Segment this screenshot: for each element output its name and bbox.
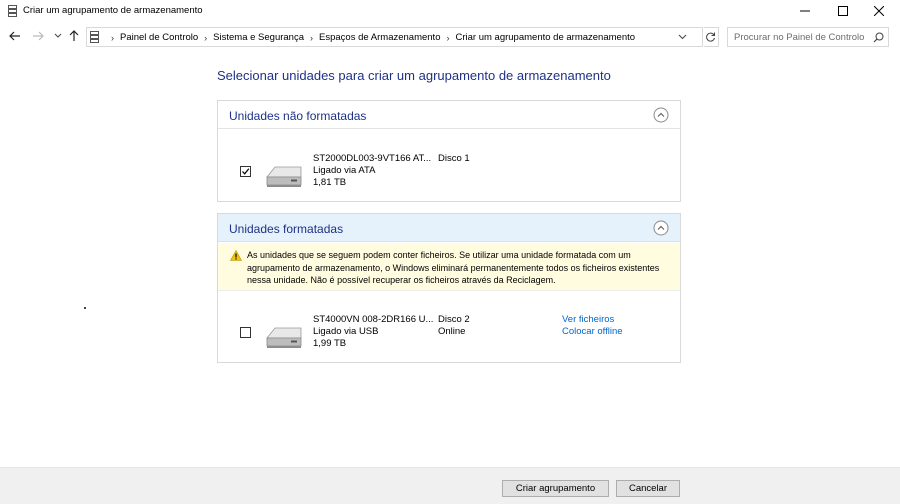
drive-checkbox[interactable] <box>240 166 251 177</box>
close-icon <box>874 6 884 16</box>
arrow-up-icon <box>69 30 79 41</box>
back-button[interactable] <box>8 29 22 43</box>
drive-connection: Ligado via USB <box>313 326 379 337</box>
drive-status: Online <box>438 326 466 337</box>
breadcrumb-item[interactable]: Espaços de Armazenamento <box>319 32 440 43</box>
title-bar: Criar um agrupamento de armazenamento <box>0 0 900 22</box>
view-files-link[interactable]: Ver ficheiros <box>562 314 614 325</box>
drive-name: ST2000DL003-9VT166 AT... <box>313 153 432 164</box>
drive-size: 1,81 TB <box>313 177 347 188</box>
create-pool-button[interactable]: Criar agrupamento <box>502 480 609 497</box>
hard-drive-icon <box>266 166 302 187</box>
breadcrumb-item[interactable]: Criar um agrupamento de armazenamento <box>455 32 635 43</box>
window-title: Criar um agrupamento de armazenamento <box>23 5 203 16</box>
breadcrumb-separator-icon[interactable]: › <box>310 33 313 43</box>
drive-size: 1,99 TB <box>313 338 347 349</box>
minimize-icon <box>800 10 810 12</box>
search-box[interactable] <box>727 27 889 47</box>
breadcrumb: › Painel de Controlo › Sistema e Seguran… <box>105 32 635 43</box>
arrow-right-icon <box>33 31 44 41</box>
collapse-icon[interactable] <box>653 220 669 236</box>
drive-checkbox[interactable] <box>240 327 251 338</box>
breadcrumb-item[interactable]: Sistema e Segurança <box>213 32 304 43</box>
formatted-drives-group: Unidades formatadas As unidades que se s… <box>217 213 681 363</box>
warning-icon <box>230 250 242 261</box>
cancel-button[interactable]: Cancelar <box>616 480 680 497</box>
chevron-down-icon <box>678 34 686 40</box>
drive-disk-number: Disco 2 <box>438 314 470 325</box>
page-title: Selecionar unidades para criar um agrupa… <box>217 68 611 83</box>
recent-locations-button[interactable] <box>51 29 65 43</box>
drive-connection: Ligado via ATA <box>313 165 376 176</box>
refresh-button[interactable] <box>704 27 719 47</box>
group-header[interactable]: Unidades formatadas <box>218 214 680 242</box>
checkmark-icon <box>242 168 250 175</box>
collapse-icon[interactable] <box>653 107 669 123</box>
chevron-down-icon <box>54 33 62 38</box>
minimize-button[interactable] <box>788 0 822 22</box>
hard-drive-icon <box>266 327 302 348</box>
navigation-bar: › Painel de Controlo › Sistema e Seguran… <box>0 26 900 48</box>
address-bar[interactable]: › Painel de Controlo › Sistema e Seguran… <box>86 27 703 47</box>
warning-text: As unidades que se seguem podem conter f… <box>247 250 660 285</box>
up-button[interactable] <box>67 29 81 43</box>
drive-disk-number: Disco 1 <box>438 153 470 164</box>
arrow-left-icon <box>9 31 20 41</box>
maximize-icon <box>838 6 848 16</box>
close-button[interactable] <box>862 0 896 22</box>
maximize-button[interactable] <box>826 0 860 22</box>
drive-row[interactable]: ST4000VN 008-2DR166 U... Ligado via USB … <box>218 300 680 360</box>
refresh-icon <box>706 32 715 42</box>
search-icon[interactable] <box>873 32 884 43</box>
group-header[interactable]: Unidades não formatadas <box>218 101 680 129</box>
search-input[interactable] <box>734 31 869 44</box>
breadcrumb-separator-icon[interactable]: › <box>111 33 114 43</box>
breadcrumb-separator-icon[interactable]: › <box>446 33 449 43</box>
footer-bar: Criar agrupamento Cancelar <box>0 467 900 504</box>
drive-name: ST4000VN 008-2DR166 U... <box>313 314 434 325</box>
address-dropdown-button[interactable] <box>676 31 688 43</box>
group-title: Unidades não formatadas <box>229 109 367 123</box>
drive-row[interactable]: ST2000DL003-9VT166 AT... Ligado via ATA … <box>218 139 680 199</box>
warning-banner: As unidades que se seguem podem conter f… <box>218 243 680 291</box>
breadcrumb-item[interactable]: Painel de Controlo <box>120 32 198 43</box>
storage-spaces-icon <box>90 31 99 43</box>
stray-dot <box>84 307 86 309</box>
unformatted-drives-group: Unidades não formatadas ST2000DL003-9VT1… <box>217 100 681 202</box>
group-title: Unidades formatadas <box>229 222 344 236</box>
take-offline-link[interactable]: Colocar offline <box>562 326 623 337</box>
forward-button[interactable] <box>31 29 45 43</box>
storage-spaces-icon <box>8 5 17 17</box>
breadcrumb-separator-icon[interactable]: › <box>204 33 207 43</box>
